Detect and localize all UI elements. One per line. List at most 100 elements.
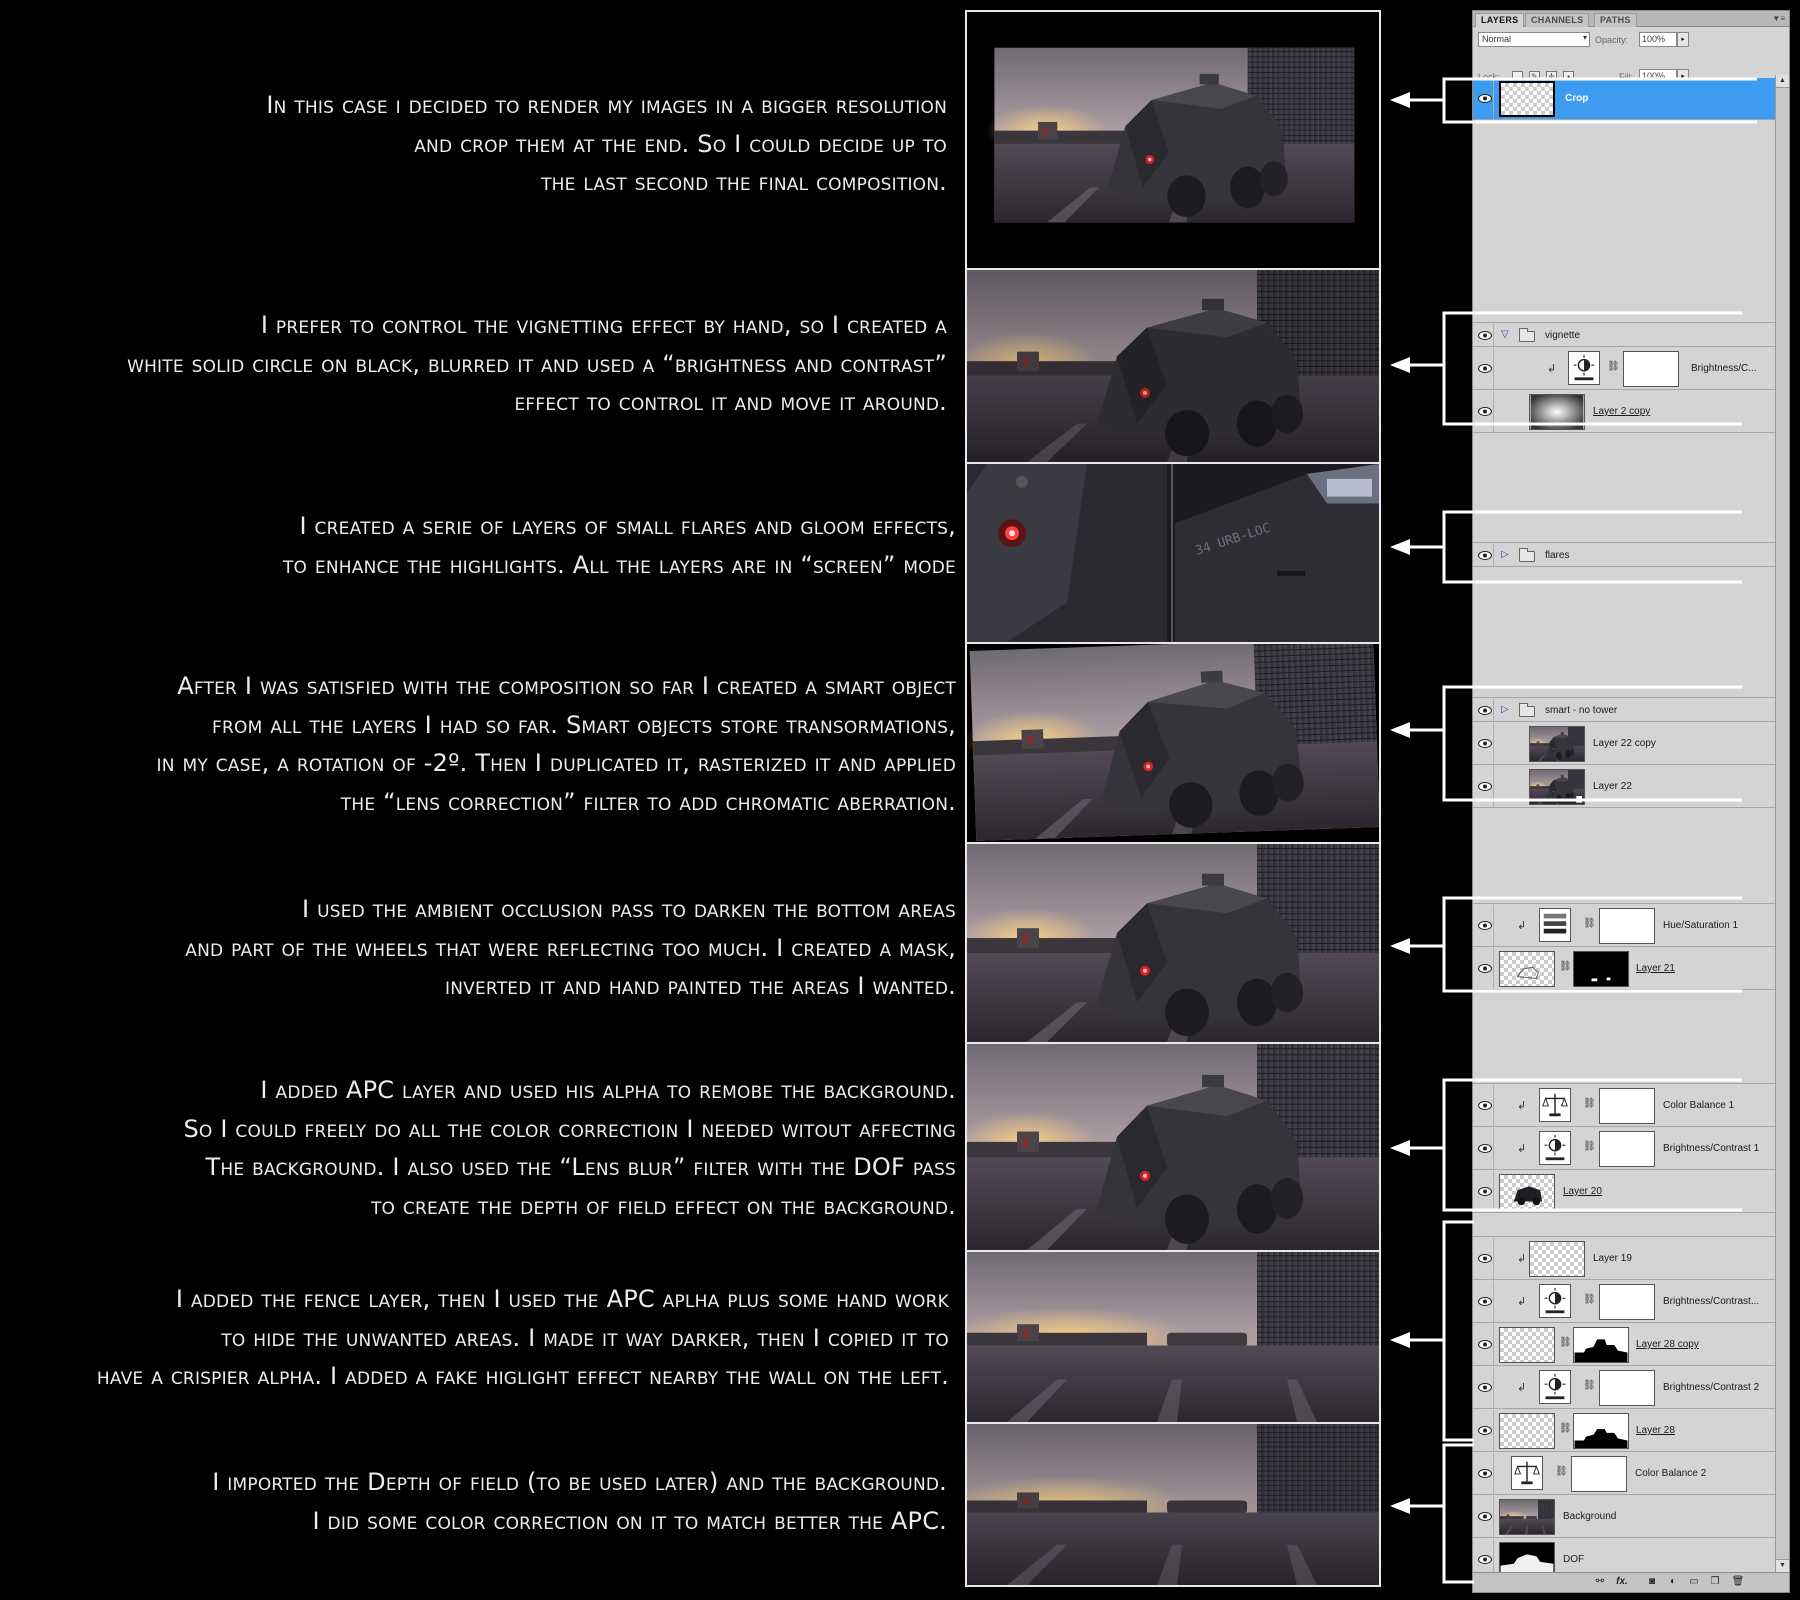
eye-icon[interactable] xyxy=(1476,1324,1494,1365)
crop-image xyxy=(968,12,1378,268)
layer-row-brightness-contrast-1[interactable]: ↲ ⛓ Brightness/Contrast 1 xyxy=(1473,1128,1775,1170)
scroll-down-arrow-icon[interactable]: ▼ xyxy=(1776,1559,1789,1572)
collapse-triangle-icon[interactable]: ▷ xyxy=(1501,549,1509,560)
chain-link-icon[interactable]: ⛓ xyxy=(1583,1098,1596,1109)
layer-row-layer-22-copy[interactable]: Layer 22 copy xyxy=(1473,723,1775,765)
layer-row-smart-no-tower[interactable]: ▷ smart - no tower xyxy=(1473,699,1775,722)
eye-icon[interactable] xyxy=(1476,391,1494,432)
eye-icon[interactable] xyxy=(1476,324,1494,346)
scroll-up-arrow-icon[interactable]: ▲ xyxy=(1776,75,1789,88)
layer-name: Color Balance 1 xyxy=(1663,1100,1735,1111)
layer-row-layer-21[interactable]: ⛓ Layer 21 xyxy=(1473,948,1775,990)
layer-row-crop[interactable]: Crop xyxy=(1473,78,1775,120)
expand-triangle-icon[interactable]: ▽ xyxy=(1501,329,1509,340)
eye-icon[interactable] xyxy=(1476,948,1494,989)
layer-name: Layer 2 copy xyxy=(1593,406,1651,417)
chain-link-icon[interactable]: ⛓ xyxy=(1583,1141,1596,1152)
background-image xyxy=(967,1424,1379,1585)
eye-icon[interactable] xyxy=(1476,699,1494,721)
chain-link-icon[interactable]: ⛓ xyxy=(1559,961,1572,972)
layer-row-background[interactable]: Background xyxy=(1473,1496,1775,1538)
layer-row-layer-2-copy[interactable]: Layer 2 copy xyxy=(1473,391,1775,433)
layer-row-layer-28-copy[interactable]: ⛓ Layer 28 copy xyxy=(1473,1324,1775,1366)
layer-thumbnail xyxy=(1499,1413,1555,1449)
folder-icon xyxy=(1519,548,1535,562)
layer-thumbnail xyxy=(1529,1241,1585,1277)
layer-mask-thumbnail xyxy=(1573,1413,1629,1449)
chain-link-icon[interactable]: ⛓ xyxy=(1555,1466,1568,1477)
eye-icon[interactable] xyxy=(1476,544,1494,566)
new-adjustment-icon[interactable]: ◐ xyxy=(1666,1576,1680,1589)
frame-ambient-occlusion xyxy=(967,844,1379,1044)
chain-link-icon[interactable]: ⛓ xyxy=(1559,1423,1572,1434)
tab-layers[interactable]: LAYERS xyxy=(1475,13,1525,27)
caption-crop: In this case i decided to render my imag… xyxy=(266,91,947,196)
layer-row-layer-20[interactable]: Layer 20 xyxy=(1473,1171,1775,1213)
layer-row-vignette[interactable]: ▽ vignette xyxy=(1473,324,1775,347)
bracket-background xyxy=(1442,1443,1474,1584)
eye-icon[interactable] xyxy=(1476,1410,1494,1451)
layer-row-layer-22[interactable]: Layer 22 xyxy=(1473,766,1775,808)
eye-icon[interactable] xyxy=(1476,1281,1494,1322)
tab-paths[interactable]: PATHS xyxy=(1594,13,1637,27)
layer-row-brightness-contrast-vignette[interactable]: ↲ ⛓ Brightness/C... xyxy=(1473,348,1775,390)
layer-name: Layer 21 xyxy=(1636,963,1675,974)
brightness-contrast-icon xyxy=(1539,1131,1571,1165)
layer-row-layer-28[interactable]: ⛓ Layer 28 xyxy=(1473,1410,1775,1452)
collapse-triangle-icon[interactable]: ▷ xyxy=(1501,704,1509,715)
tab-channels[interactable]: CHANNELS xyxy=(1525,13,1590,27)
layer-row-color-balance-2[interactable]: ⛓ Color Balance 2 xyxy=(1473,1453,1775,1495)
eye-icon[interactable] xyxy=(1476,1238,1494,1279)
chain-link-icon[interactable]: ⛓ xyxy=(1607,361,1620,372)
eye-icon[interactable] xyxy=(1476,905,1494,946)
opacity-input[interactable]: 100% xyxy=(1639,32,1677,47)
blend-mode-select[interactable]: Normal ▾ xyxy=(1478,32,1590,47)
eye-icon[interactable] xyxy=(1476,1171,1494,1212)
eye-icon[interactable] xyxy=(1476,766,1494,807)
chain-link-icon[interactable]: ⛓ xyxy=(1583,1294,1596,1305)
frame-fence-layer xyxy=(967,1252,1379,1424)
layer-name: Color Balance 2 xyxy=(1635,1468,1707,1479)
layer-row-brightness-contrast-ellipsis[interactable]: ↲ ⛓ Brightness/Contrast... xyxy=(1473,1281,1775,1323)
clipping-arrow-icon: ↲ xyxy=(1547,363,1557,375)
layer-row-hue-saturation-1[interactable]: ↲ ⛓ Hue/Saturation 1 xyxy=(1473,905,1775,947)
arrow-left-icon xyxy=(1390,1498,1410,1514)
apc-layer-image xyxy=(967,1044,1379,1250)
panel-menu-icon[interactable]: ▼≡ xyxy=(1772,14,1785,23)
caption-background: I imported the Depth of field (to be use… xyxy=(212,1468,947,1535)
layer-row-layer-19[interactable]: ↲ Layer 19 xyxy=(1473,1238,1775,1280)
trash-icon[interactable]: 🗑 xyxy=(1731,1576,1745,1589)
layer-row-flares[interactable]: ▷ flares xyxy=(1473,544,1775,567)
brightness-contrast-icon xyxy=(1539,1284,1571,1318)
add-mask-icon[interactable]: ◙ xyxy=(1645,1576,1659,1589)
folder-icon xyxy=(1519,703,1535,717)
eye-icon[interactable] xyxy=(1476,1085,1494,1126)
layer-name: smart - no tower xyxy=(1545,705,1618,716)
eye-icon[interactable] xyxy=(1476,1496,1494,1537)
eye-icon[interactable] xyxy=(1476,1367,1494,1408)
folder-icon xyxy=(1519,328,1535,342)
eye-icon[interactable] xyxy=(1476,348,1494,389)
chain-link-icon[interactable]: ⛓ xyxy=(1559,1337,1572,1348)
chain-link-icon[interactable]: ⛓ xyxy=(1583,1380,1596,1391)
clipping-arrow-icon: ↲ xyxy=(1517,1100,1527,1112)
fence-layer-image xyxy=(967,1252,1379,1422)
new-group-icon[interactable]: ▭ xyxy=(1687,1576,1701,1589)
eye-icon[interactable] xyxy=(1476,78,1494,119)
new-layer-icon[interactable]: ❐ xyxy=(1708,1576,1722,1589)
fx-icon[interactable]: fx. xyxy=(1615,1576,1629,1589)
link-layers-icon[interactable]: ⚯ xyxy=(1593,1576,1607,1589)
opacity-slider-toggle[interactable]: ▸ xyxy=(1677,32,1689,47)
eye-icon[interactable] xyxy=(1476,1453,1494,1494)
layers-scrollbar[interactable]: ▲ ▼ xyxy=(1775,75,1789,1572)
bracket-fence-layer xyxy=(1442,1220,1474,1442)
layer-row-brightness-contrast-2[interactable]: ↲ ⛓ Brightness/Contrast 2 xyxy=(1473,1367,1775,1409)
layer-row-color-balance-1[interactable]: ↲ ⛓ Color Balance 1 xyxy=(1473,1085,1775,1127)
eye-icon[interactable] xyxy=(1476,723,1494,764)
arrow-left-icon xyxy=(1390,1332,1410,1348)
layer-name: Brightness/C... xyxy=(1691,363,1757,374)
clipping-arrow-icon: ↲ xyxy=(1517,1296,1527,1308)
layer-name: Crop xyxy=(1565,93,1589,104)
chain-link-icon[interactable]: ⛓ xyxy=(1583,918,1596,929)
eye-icon[interactable] xyxy=(1476,1128,1494,1169)
